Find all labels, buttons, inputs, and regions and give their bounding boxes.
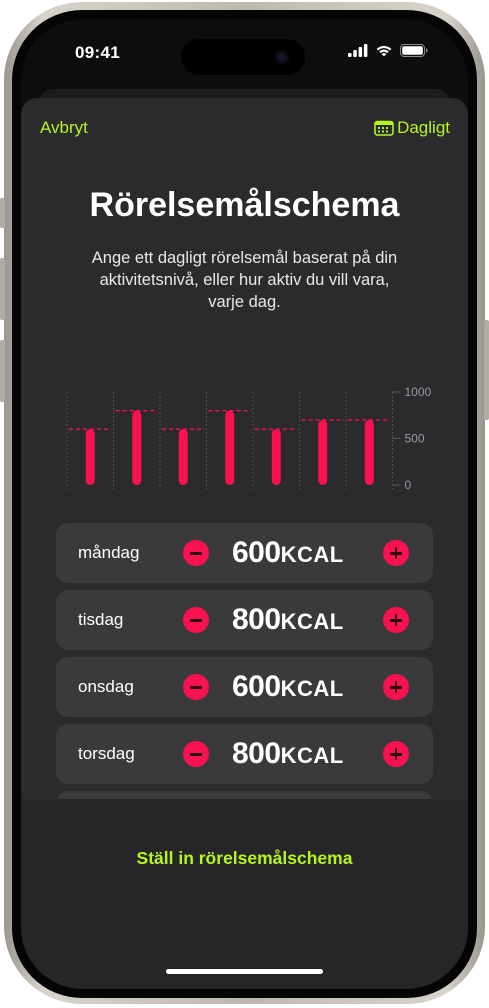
bottom-action-panel — [21, 799, 468, 989]
day-label: tisdag — [78, 610, 124, 629]
side-button-action — [0, 198, 5, 228]
day-row-monday: måndag 600KCAL — [56, 523, 433, 583]
side-button-power — [484, 320, 489, 420]
day-row-tuesday: tisdag 800KCAL — [56, 590, 433, 650]
chart-bar — [85, 429, 95, 485]
chart-bar — [364, 419, 374, 485]
day-row-thursday: torsdag 800KCAL — [56, 724, 433, 784]
cellular-signal-icon — [348, 44, 368, 57]
goal-unit: KCAL — [280, 676, 344, 701]
chart-bar — [132, 410, 142, 485]
increase-button[interactable] — [383, 540, 409, 566]
day-label: måndag — [78, 543, 140, 562]
screen: 09:41 Avbryt Dagligt Rörelsemålschema An… — [21, 19, 468, 989]
daily-label: Dagligt — [397, 118, 450, 137]
goal-unit: KCAL — [280, 609, 344, 634]
chart-y-tick-label: 1000 — [405, 385, 432, 399]
front-camera — [275, 50, 289, 64]
chart-bar — [318, 419, 328, 485]
day-label: onsdag — [78, 677, 134, 696]
goal-value: 600KCAL — [232, 536, 344, 569]
chart-y-tick-label: 500 — [405, 432, 425, 446]
increase-button[interactable] — [383, 741, 409, 767]
goal-value: 800KCAL — [232, 603, 344, 636]
goal-value: 800KCAL — [232, 737, 344, 770]
battery-icon — [400, 44, 428, 57]
chart-y-tick-label: 0 — [405, 478, 412, 489]
goal-unit: KCAL — [280, 743, 344, 768]
set-move-schedule-button[interactable]: Ställ in rörelsemålschema — [21, 848, 468, 869]
calendar-icon — [374, 120, 394, 136]
decrease-button[interactable] — [183, 540, 209, 566]
chart-bar — [225, 410, 235, 485]
increase-button[interactable] — [383, 674, 409, 700]
side-button-volume-down — [0, 340, 5, 402]
status-time: 09:41 — [75, 43, 120, 62]
decrease-button[interactable] — [183, 674, 209, 700]
cancel-button[interactable]: Avbryt — [40, 118, 88, 138]
day-row-wednesday: onsdag 600KCAL — [56, 657, 433, 717]
status-bar: 09:41 — [21, 19, 468, 79]
goal-value: 600KCAL — [232, 670, 344, 703]
page-title: Rörelsemålschema — [89, 186, 400, 224]
chart-bar — [178, 429, 188, 485]
chart-bar — [271, 429, 281, 485]
decrease-button[interactable] — [183, 607, 209, 633]
decrease-button[interactable] — [183, 741, 209, 767]
goal-unit: KCAL — [280, 542, 344, 567]
page-subtitle: Ange ett dagligt rörelsemål baserat på d… — [91, 249, 398, 311]
wifi-icon — [376, 45, 392, 57]
side-button-volume-up — [0, 258, 5, 320]
dynamic-island — [181, 39, 305, 75]
daily-button[interactable]: Dagligt — [374, 118, 450, 138]
move-goal-chart: 10005000måntisonstorfrelörsön — [66, 385, 432, 489]
day-label: torsdag — [78, 744, 135, 763]
home-indicator[interactable] — [166, 969, 323, 974]
status-icons — [348, 44, 428, 57]
increase-button[interactable] — [383, 607, 409, 633]
